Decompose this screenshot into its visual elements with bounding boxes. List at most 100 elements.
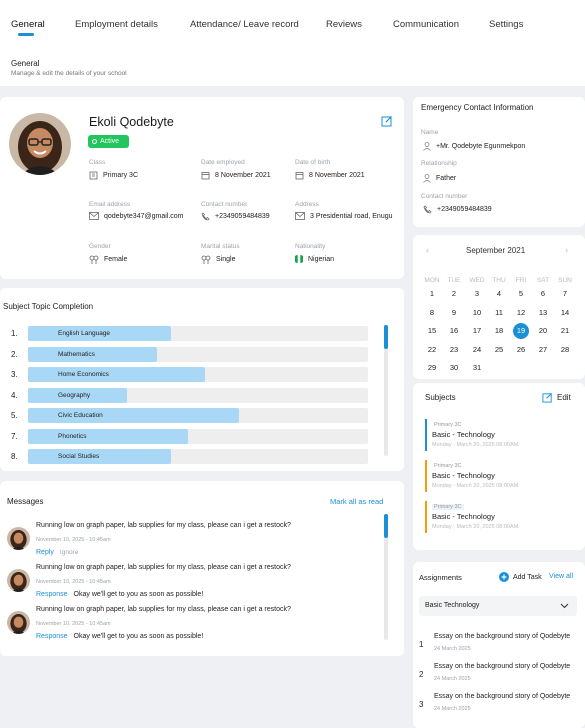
message-text: Running low on graph paper, lab supplies… xyxy=(36,522,291,529)
calendar-day[interactable]: 12 xyxy=(513,305,529,321)
phone-icon xyxy=(201,212,210,221)
message-action-link[interactable]: Response xyxy=(36,591,68,598)
mail-icon xyxy=(295,212,305,220)
tab-reviews[interactable]: Reviews xyxy=(326,19,362,30)
ec-relationship-label: Relationship xyxy=(421,160,457,167)
field-marital-value: Single xyxy=(201,255,235,264)
calendar-day[interactable]: 9 xyxy=(446,305,462,321)
calendar-prev-button[interactable]: ‹ xyxy=(426,245,429,255)
subject-item[interactable]: Primary 3C Basic - Technology Monday - Mar… xyxy=(425,501,575,533)
calendar-day[interactable]: 27 xyxy=(535,342,551,358)
topic-name: Geography xyxy=(58,391,91,399)
subject-topic-title: Subject Topic Completion xyxy=(3,302,94,311)
topic-progress-track: Phonetics xyxy=(28,428,368,444)
message-secondary[interactable]: Ignore xyxy=(60,549,78,556)
section-title: General xyxy=(11,59,40,68)
calendar-weekday: FRI xyxy=(515,277,527,284)
field-address-label: Address xyxy=(295,201,319,208)
message-text: Running low on graph paper, lab supplies… xyxy=(36,606,291,613)
topic-name: English Language xyxy=(58,330,111,337)
subject-item[interactable]: Primary 3C Basic - Technology Monday - Mar… xyxy=(425,419,575,451)
topic-progress-track: Civic Education xyxy=(28,408,368,423)
couple-icon xyxy=(201,255,211,264)
subjects-edit-button[interactable]: Edit xyxy=(542,392,571,403)
subject-item[interactable]: Primary 3C Basic - Technology Monday - Mar… xyxy=(425,460,575,492)
field-class-value: Primary 3C xyxy=(89,171,138,180)
topic-name: Civic Education xyxy=(58,412,103,419)
assignment-title[interactable]: Essay on the background story of Qodebyt… xyxy=(434,633,570,640)
message-action-link[interactable]: Reply xyxy=(36,549,54,556)
topic-progress-track: English Language xyxy=(28,326,368,341)
tab-general[interactable]: General xyxy=(11,19,45,30)
assignment-date: 24 March 2025 xyxy=(434,706,471,712)
calendar-day[interactable]: 13 xyxy=(535,305,551,321)
ec-contact-value: +2349059484839 xyxy=(423,205,492,214)
calendar-day[interactable]: 22 xyxy=(424,342,440,358)
topic-progress-track: Social Studies xyxy=(28,449,368,464)
topic-progress-track: Home Economics xyxy=(28,367,368,382)
mark-all-read-link[interactable]: Mark all as read xyxy=(330,497,383,506)
add-task-button[interactable]: Add Task xyxy=(499,572,542,582)
calendar-day[interactable]: 3 xyxy=(469,286,485,302)
field-dob-label: Date of birth xyxy=(295,159,331,166)
status-badge: Active xyxy=(88,135,129,148)
field-marital-label: Marital status xyxy=(201,243,240,250)
calendar-day[interactable]: 26 xyxy=(513,342,529,358)
tab-settings[interactable]: Settings xyxy=(489,19,523,30)
subject-select[interactable]: Basic Technology xyxy=(419,596,577,616)
assignment-title[interactable]: Essay on the background story of Qodebyt… xyxy=(434,693,570,700)
gender-icon xyxy=(89,255,99,264)
field-contact-label: Contact number xyxy=(201,201,248,208)
assignment-title[interactable]: Essay on the background story of Qodebyt… xyxy=(434,663,570,670)
assignments-card xyxy=(413,562,585,728)
calendar-weekday: MON xyxy=(424,277,440,284)
assignments-title: Assignments xyxy=(419,573,462,582)
header-panel: General Employment details Attendance/ L… xyxy=(0,0,585,86)
topic-progress-fill xyxy=(28,449,171,464)
calendar-day[interactable]: 7 xyxy=(557,286,573,302)
calendar-day[interactable]: 25 xyxy=(491,342,507,358)
field-dob-value: 8 November 2021 xyxy=(295,171,365,180)
edit-profile-icon[interactable] xyxy=(381,115,393,129)
field-address-value: 3 Presidential road, Enugu xyxy=(295,212,393,220)
calendar-next-button[interactable]: › xyxy=(565,245,568,255)
topic-number: 4. xyxy=(11,390,18,400)
topic-scrollbar-thumb[interactable] xyxy=(384,325,388,349)
calendar-day[interactable]: 11 xyxy=(491,305,507,321)
assignment-date: 24 March 2025 xyxy=(434,646,471,652)
calendar-day[interactable]: 14 xyxy=(557,305,573,321)
topic-progress-track: Geography xyxy=(28,387,368,403)
calendar-icon xyxy=(295,172,304,180)
messages-scrollbar-thumb[interactable] xyxy=(384,514,388,538)
subject-date: Monday - March 20, 2025 08:00AM xyxy=(432,524,519,530)
subject-name: Basic - Technology xyxy=(432,512,495,521)
calendar-day[interactable]: 2 xyxy=(446,286,462,302)
calendar-day[interactable]: 24 xyxy=(469,342,485,358)
field-gender-value: Female xyxy=(89,255,127,264)
field-email-label: Email address xyxy=(89,201,131,208)
section-subtitle: Manage & edit the details of your school xyxy=(11,70,127,77)
topic-number: 1. xyxy=(11,329,18,338)
calendar-day[interactable]: 5 xyxy=(513,286,529,302)
calendar-day[interactable]: 8 xyxy=(424,305,440,321)
tab-employment-details[interactable]: Employment details xyxy=(75,19,158,30)
calendar-day[interactable]: 4 xyxy=(491,286,507,302)
view-all-link[interactable]: View all xyxy=(549,573,573,580)
assignment-number: 3 xyxy=(419,700,424,709)
tab-communication[interactable]: Communication xyxy=(393,19,459,30)
calendar-day[interactable]: 6 xyxy=(535,286,551,302)
plus-icon xyxy=(499,572,509,582)
calendar-day[interactable]: 23 xyxy=(446,342,462,358)
topic-name: Home Economics xyxy=(58,371,109,378)
calendar-day[interactable]: 1 xyxy=(424,286,440,302)
calendar-icon xyxy=(201,172,210,180)
message-actions: Response Okay we'll get to you as soon as… xyxy=(36,591,203,598)
message-avatar xyxy=(7,569,30,592)
subject-date: Monday - March 20, 2025 08:00AM xyxy=(432,483,519,489)
message-action-link[interactable]: Response xyxy=(36,633,68,640)
tab-attendance-leave[interactable]: Attendance/ Leave record xyxy=(190,19,299,30)
message-secondary: Okay we'll get to you as soon as possibl… xyxy=(73,633,204,640)
calendar-day[interactable]: 10 xyxy=(469,305,485,321)
calendar-day[interactable]: 28 xyxy=(557,342,573,358)
message-avatar xyxy=(7,611,30,634)
